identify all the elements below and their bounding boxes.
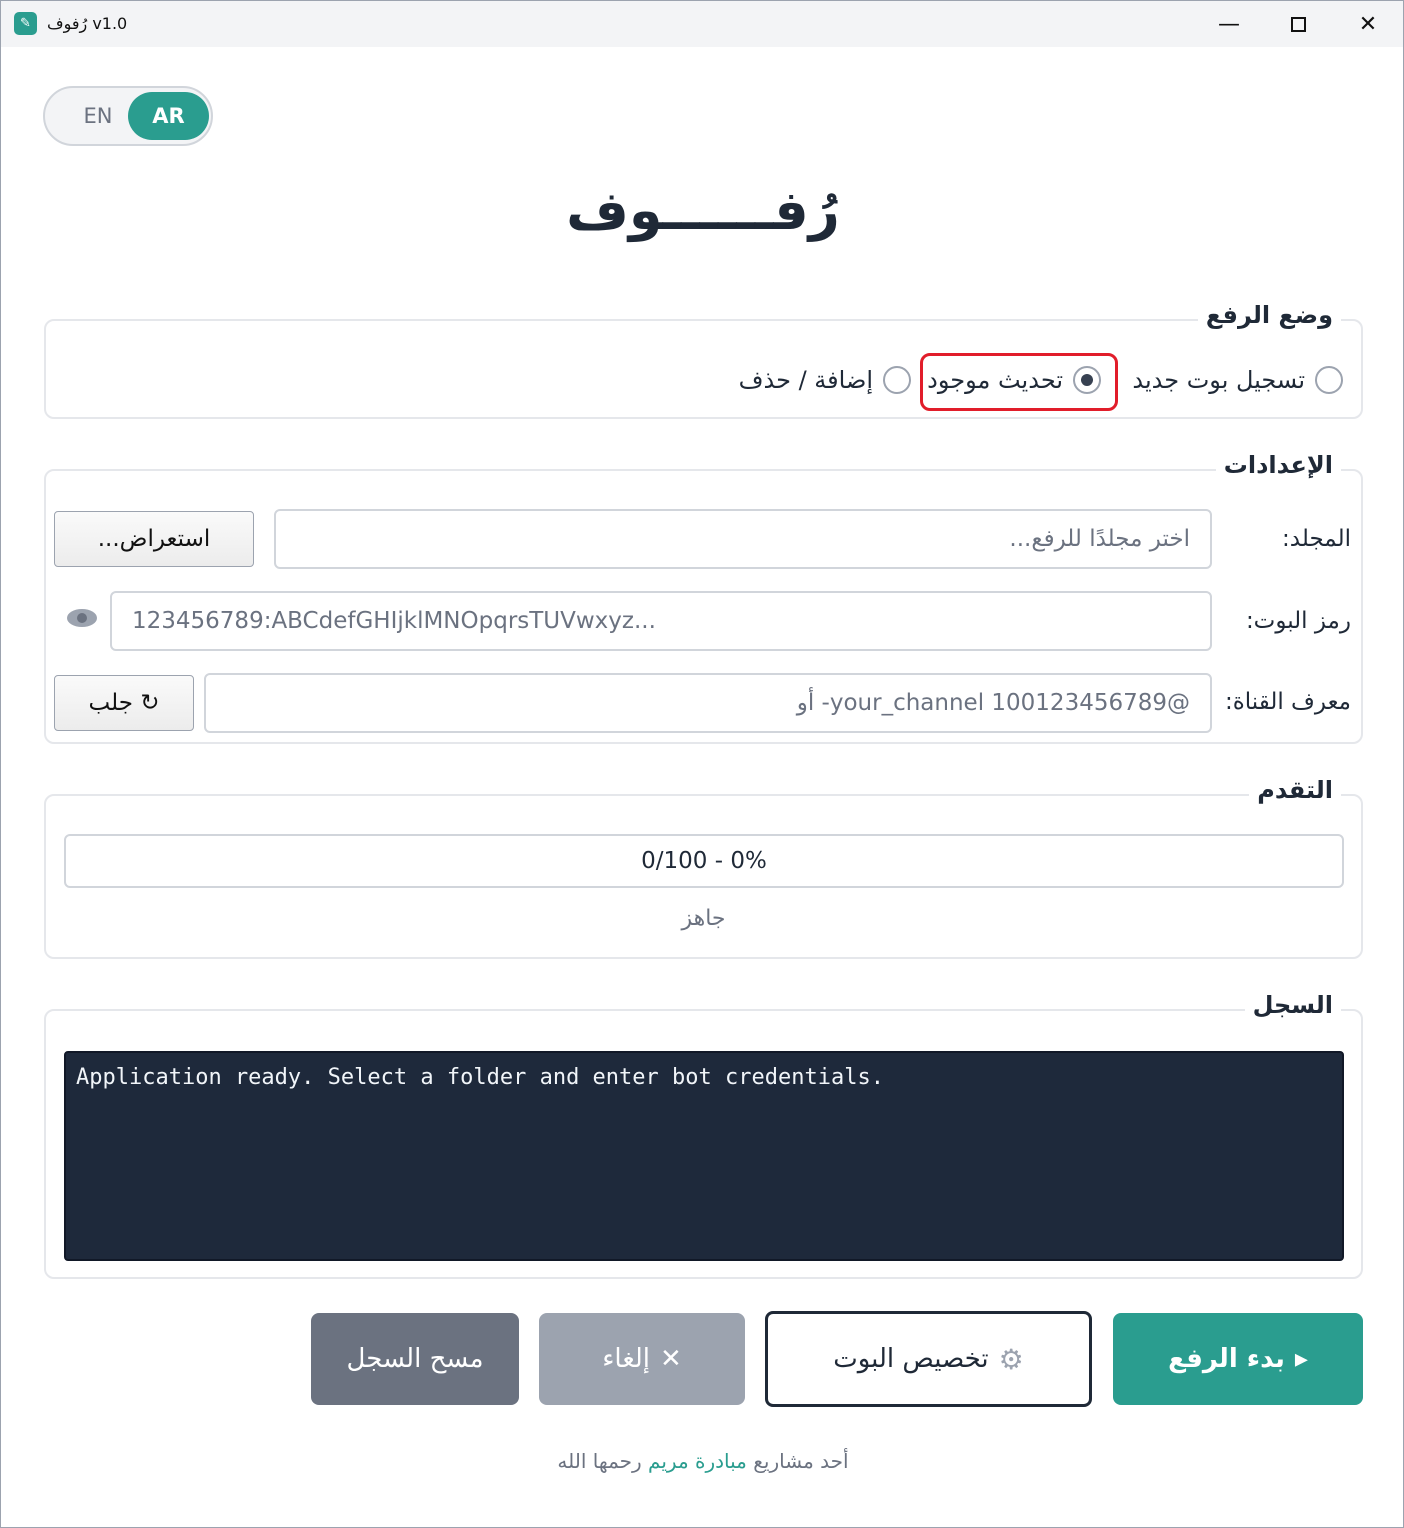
radio-add-remove-label: إضافة / حذف [738, 366, 873, 394]
upload-mode-legend: وضع الرفع [1197, 301, 1341, 329]
maximize-icon [1290, 16, 1306, 32]
channel-label: معرف القناة: [1224, 689, 1351, 715]
settings-legend: الإعدادات [1215, 451, 1341, 479]
gear-icon: ⚙ [998, 1342, 1024, 1376]
upload-mode-group: وضع الرفع تسجيل بوت جديد تحديث موجود إضا… [44, 301, 1363, 419]
highlight-annotation [920, 353, 1118, 411]
clear-log-button[interactable]: مسح السجل [311, 1313, 519, 1405]
app-title: رُفــــــوف [566, 179, 840, 242]
footer: أحد مشاريع مبادرة مريم رحمها الله [1, 1449, 1404, 1473]
settings-group: الإعدادات المجلد: اختر مجلدًا للرفع... ا… [44, 451, 1363, 744]
window-title: رُفوف v1.0 [47, 14, 128, 33]
start-upload-label: بدء الرفع [1168, 1344, 1285, 1374]
log-output[interactable]: Application ready. Select a folder and e… [64, 1051, 1344, 1261]
lang-en-option[interactable]: EN [63, 88, 133, 144]
customize-bot-button[interactable]: ⚙ تخصيص البوت [765, 1311, 1092, 1407]
radio-new-bot-circle[interactable] [1315, 366, 1343, 394]
radio-new-bot-label: تسجيل بوت جديد [1132, 366, 1305, 394]
close-x-icon: ✕ [660, 1344, 682, 1374]
lang-ar-option[interactable]: AR [128, 92, 209, 140]
radio-add-remove[interactable]: إضافة / حذف [739, 366, 911, 394]
log-legend: السجل [1244, 991, 1341, 1019]
channel-input[interactable]: @your_channel 100123456789- أو [204, 673, 1212, 733]
folder-input[interactable]: اختر مجلدًا للرفع... [274, 509, 1212, 569]
play-icon: ▸ [1294, 1344, 1308, 1374]
progress-legend: التقدم [1249, 776, 1341, 804]
clear-log-label: مسح السجل [346, 1344, 484, 1374]
cancel-button[interactable]: ✕ إلغاء [539, 1313, 745, 1405]
cancel-label: إلغاء [602, 1344, 651, 1374]
customize-bot-label: تخصيص البوت [833, 1344, 989, 1374]
language-toggle[interactable]: EN AR [43, 86, 213, 146]
token-input[interactable]: 123456789:ABCdefGHIjklMNOpqrsTUVwxyz... [110, 591, 1212, 651]
app-icon: ✎ [14, 12, 37, 35]
start-upload-button[interactable]: ▸ بدء الرفع [1113, 1313, 1363, 1405]
folder-label: المجلد: [1282, 526, 1351, 552]
footer-suffix: رحمها الله [557, 1449, 642, 1473]
fetch-button[interactable]: ↻ جلب [54, 675, 194, 731]
footer-prefix: أحد مشاريع [753, 1449, 849, 1473]
progress-group: التقدم 0/100 - 0% جاهز [44, 776, 1363, 959]
log-group: السجل Application ready. Select a folder… [44, 991, 1363, 1279]
status-text: جاهز [681, 906, 726, 931]
maximize-button[interactable] [1263, 1, 1333, 47]
browse-button[interactable]: استعراض... [54, 511, 254, 567]
footer-link[interactable]: مبادرة مريم [648, 1449, 747, 1473]
radio-new-bot[interactable]: تسجيل بوت جديد [1132, 366, 1343, 394]
app-window: ✎ رُفوف v1.0 — ✕ EN AR رُفــــــوف وضع ا… [0, 0, 1404, 1528]
progress-bar: 0/100 - 0% [64, 834, 1344, 888]
eye-icon[interactable] [66, 607, 98, 629]
token-label: رمز البوت: [1245, 608, 1351, 634]
radio-add-remove-circle[interactable] [883, 366, 911, 394]
minimize-button[interactable]: — [1194, 1, 1264, 47]
close-button[interactable]: ✕ [1333, 1, 1403, 47]
title-bar: ✎ رُفوف v1.0 — ✕ [1, 1, 1403, 47]
